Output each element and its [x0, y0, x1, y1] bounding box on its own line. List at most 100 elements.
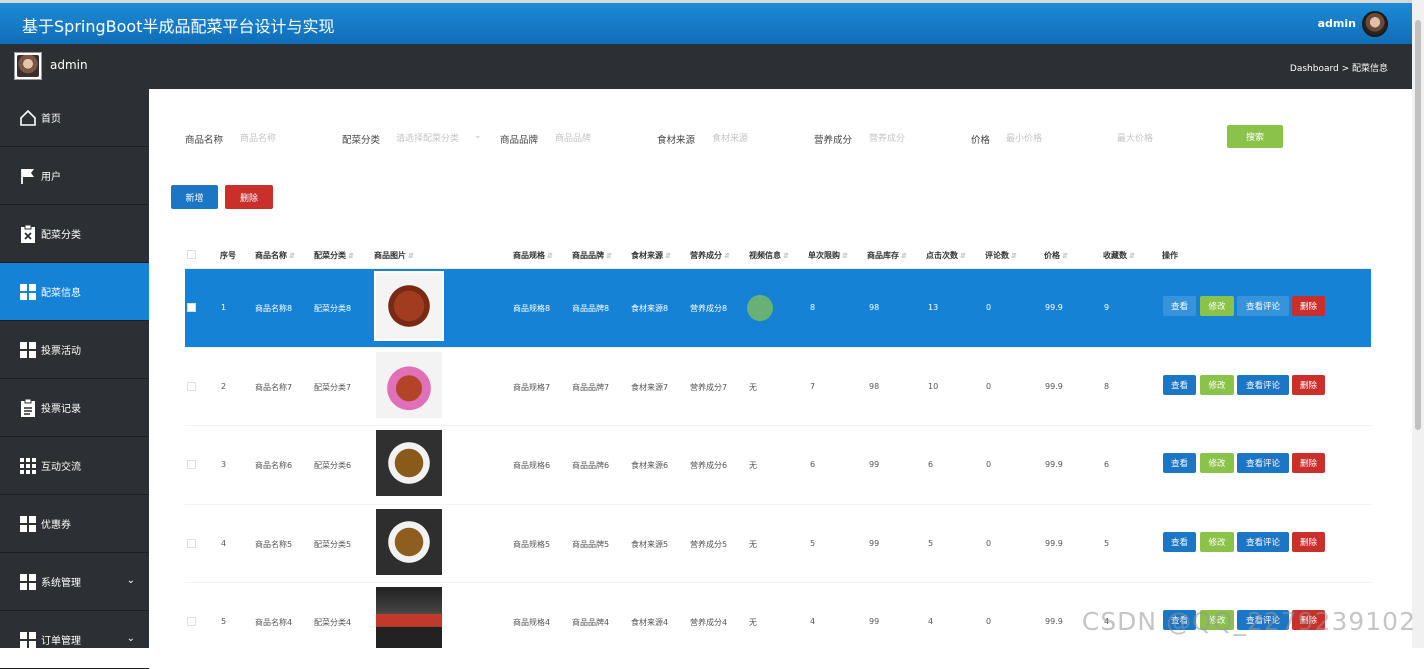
edit-button[interactable]: 修改 [1200, 296, 1234, 316]
view-button[interactable]: 查看 [1163, 375, 1196, 395]
category-filter-select[interactable]: 请选择配菜分类 [396, 131, 459, 144]
col-source[interactable]: 食材来源⇵ [631, 250, 671, 261]
top-user-name[interactable]: admin [1318, 17, 1356, 30]
col-favorites-label: 收藏数 [1103, 251, 1127, 260]
cell-cat: 配菜分类6 [314, 460, 351, 471]
col-stock[interactable]: 商品库存⇵ [867, 250, 907, 261]
cell-stock: 99 [869, 539, 879, 548]
sidebar-item-category[interactable]: 配菜分类 [0, 205, 149, 263]
row-checkbox[interactable] [187, 460, 196, 469]
select-all-checkbox[interactable] [187, 250, 196, 259]
product-image[interactable] [374, 585, 444, 648]
col-nutrition-label: 营养成分 [690, 251, 722, 260]
sort-icon: ⇵ [408, 252, 414, 260]
col-spec-label: 商品规格 [513, 251, 545, 260]
delete-button[interactable]: 删除 [1292, 296, 1325, 316]
col-spec[interactable]: 商品规格⇵ [513, 250, 553, 261]
col-image-label: 商品图片 [374, 251, 406, 260]
view-button[interactable]: 查看 [1163, 453, 1196, 473]
cell-brand: 商品品牌5 [572, 539, 609, 550]
sidebar-item-orders[interactable]: 订单管理 ⌄ [0, 611, 149, 669]
sidebar: 首页 用户 配菜分类 配菜信息 投票活动 投票记录 互动交流 优惠券 系统管理 … [0, 89, 149, 648]
sidebar-item-users[interactable]: 用户 [0, 147, 149, 205]
cell-cat: 配菜分类7 [314, 382, 351, 393]
sidebar-item-coupon[interactable]: 优惠券 [0, 495, 149, 553]
product-image[interactable] [374, 271, 444, 341]
delete-button[interactable]: 删除 [1292, 453, 1325, 473]
price-max-input[interactable]: 最大价格 [1117, 131, 1153, 144]
col-favorites[interactable]: 收藏数⇵ [1103, 250, 1135, 261]
sidebar-item-system[interactable]: 系统管理 ⌄ [0, 553, 149, 611]
sidebar-item-interaction[interactable]: 互动交流 [0, 437, 149, 495]
sidebar-item-label: 配菜信息 [41, 284, 81, 299]
row-checkbox[interactable] [187, 539, 196, 548]
sidebar-item-dish-info[interactable]: 配菜信息 [0, 263, 149, 321]
table-header: 序号 商品名称⇵ 配菜分类⇵ 商品图片⇵ 商品规格⇵ 商品品牌⇵ 食材来源⇵ 营… [185, 241, 1371, 269]
batch-delete-button[interactable]: 删除 [225, 185, 273, 209]
table-row[interactable]: 3商品名称6配菜分类6商品规格6商品品牌6食材来源6营养成分6无6996099.… [185, 426, 1371, 505]
row-checkbox[interactable] [187, 382, 196, 391]
video-player-icon[interactable] [747, 295, 773, 321]
cell-name: 商品名称8 [255, 303, 292, 314]
cell-name: 商品名称7 [255, 382, 292, 393]
sidebar-item-vote-activity[interactable]: 投票活动 [0, 321, 149, 379]
col-clicks[interactable]: 点击次数⇵ [926, 250, 966, 261]
col-nutrition[interactable]: 营养成分⇵ [690, 250, 730, 261]
cell-src: 食材来源4 [631, 617, 668, 628]
comments-button[interactable]: 查看评论 [1237, 375, 1289, 395]
price-min-input[interactable]: 最小价格 [1006, 131, 1042, 144]
scrollbar-thumb[interactable] [1415, 20, 1421, 430]
table-row[interactable]: 4商品名称5配菜分类5商品规格5商品品牌5食材来源5营养成分5无5995099.… [185, 505, 1371, 584]
edit-button[interactable]: 修改 [1200, 375, 1234, 395]
app-title: 基于SpringBoot半成品配菜平台设计与实现 [22, 13, 334, 37]
col-video[interactable]: 视频信息⇵ [749, 250, 789, 261]
delete-button[interactable]: 删除 [1292, 532, 1325, 552]
comments-button[interactable]: 查看评论 [1237, 532, 1289, 552]
cell-comments: 0 [986, 303, 991, 312]
search-button[interactable]: 搜索 [1227, 125, 1283, 148]
table-row[interactable]: 2商品名称7配菜分类7商品规格7商品品牌7食材来源7营养成分7无79810099… [185, 348, 1371, 427]
col-brand-label: 商品品牌 [572, 251, 604, 260]
delete-button[interactable]: 删除 [1292, 375, 1325, 395]
edit-button[interactable]: 修改 [1200, 453, 1234, 473]
product-image[interactable] [374, 507, 444, 577]
cell-clicks: 6 [928, 460, 933, 469]
col-comments[interactable]: 评论数⇵ [985, 250, 1017, 261]
col-name[interactable]: 商品名称⇵ [255, 250, 295, 261]
comments-button[interactable]: 查看评论 [1237, 453, 1289, 473]
col-price[interactable]: 价格⇵ [1044, 250, 1068, 261]
add-button[interactable]: 新增 [171, 185, 218, 209]
col-price-label: 价格 [1044, 251, 1060, 260]
brand-filter-input[interactable]: 商品品牌 [555, 131, 591, 144]
page-scrollbar[interactable] [1412, 0, 1424, 648]
product-image[interactable] [374, 428, 444, 498]
table-row[interactable]: 1商品名称8配菜分类8商品规格8商品品牌8食材来源8营养成分889813099.… [185, 269, 1371, 348]
view-button[interactable]: 查看 [1163, 532, 1196, 552]
sidebar-item-label: 首页 [41, 110, 61, 125]
top-avatar[interactable] [1362, 11, 1388, 37]
cell-limit: 7 [810, 382, 815, 391]
cell-clicks: 4 [928, 617, 933, 626]
cell-clicks: 10 [928, 382, 938, 391]
cell-brand: 商品品牌4 [572, 617, 609, 628]
sort-icon: ⇵ [289, 252, 295, 260]
sidebar-item-home[interactable]: 首页 [0, 89, 149, 147]
row-checkbox[interactable] [187, 617, 196, 626]
comments-button[interactable]: 查看评论 [1237, 296, 1289, 316]
sidebar-item-vote-records[interactable]: 投票记录 [0, 379, 149, 437]
col-category[interactable]: 配菜分类⇵ [314, 250, 354, 261]
name-filter-input[interactable]: 商品名称 [240, 131, 276, 144]
col-image[interactable]: 商品图片⇵ [374, 250, 414, 261]
product-image[interactable] [374, 350, 444, 420]
col-video-label: 视频信息 [749, 251, 781, 260]
col-limit[interactable]: 单次限购⇵ [808, 250, 848, 261]
source-filter-input[interactable]: 食材来源 [712, 131, 748, 144]
col-brand[interactable]: 商品品牌⇵ [572, 250, 612, 261]
cell-nut: 营养成分7 [690, 382, 727, 393]
cell-comments: 0 [986, 460, 991, 469]
edit-button[interactable]: 修改 [1200, 532, 1234, 552]
cell-nut: 营养成分6 [690, 460, 727, 471]
view-button[interactable]: 查看 [1163, 296, 1196, 316]
row-checkbox[interactable] [187, 303, 196, 312]
nutrition-filter-input[interactable]: 营养成分 [869, 131, 905, 144]
